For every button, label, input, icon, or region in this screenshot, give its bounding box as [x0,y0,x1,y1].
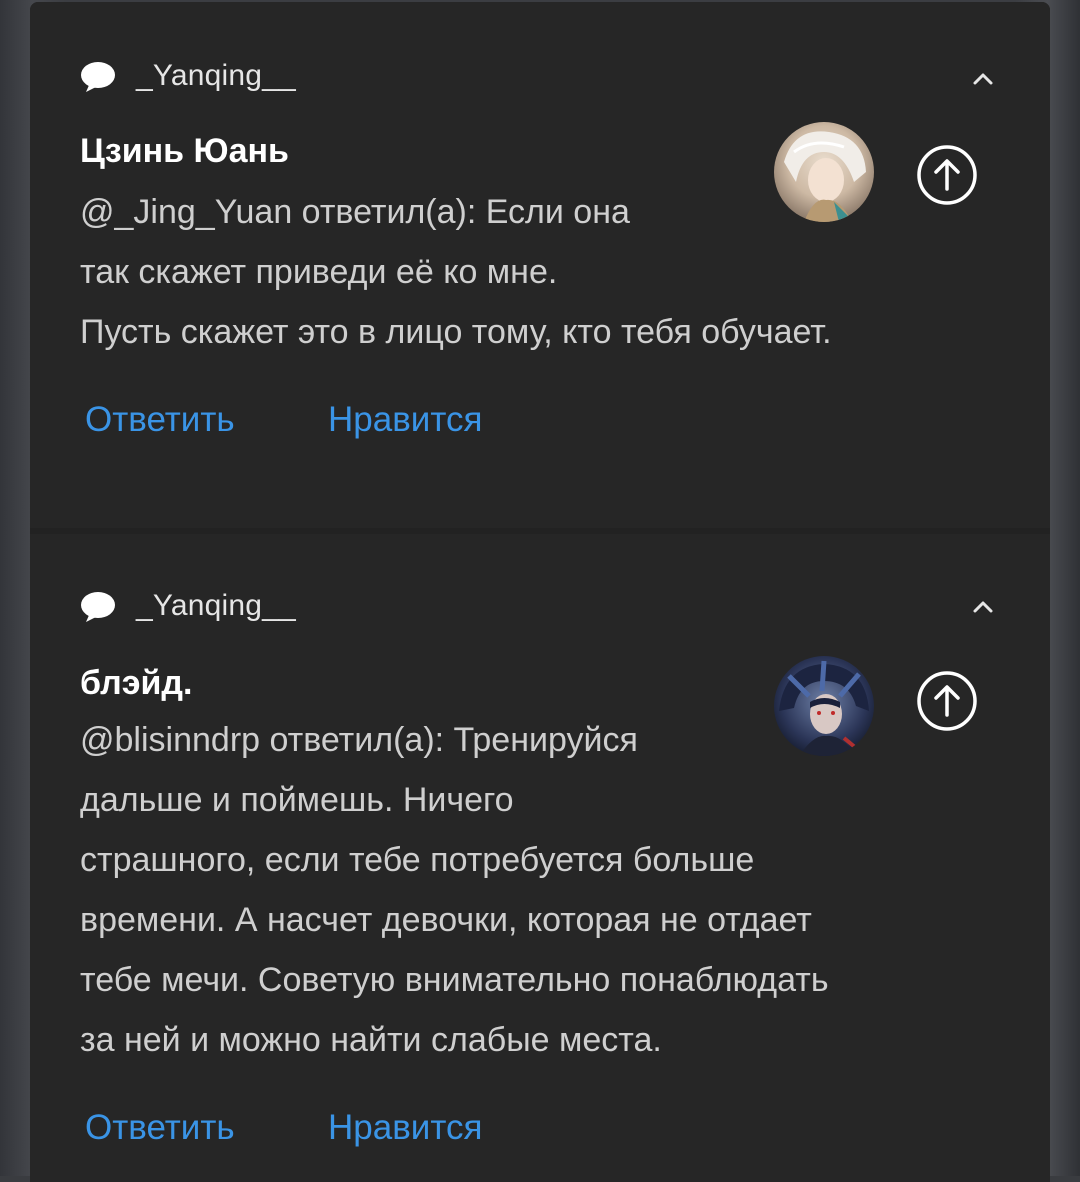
arrow-up-circle-icon[interactable] [916,144,978,206]
like-button[interactable]: Нравится [328,400,482,440]
notification-header: _Yanqing__ [80,586,296,626]
reply-button[interactable]: Ответить [85,400,235,440]
avatar [774,656,874,756]
like-button[interactable]: Нравится [328,1108,482,1148]
app-name: _Yanqing__ [136,589,296,622]
notification-message: @blisinndrp ответил(а): Тренируйся дальш… [80,721,829,1059]
arrow-up-circle-icon[interactable] [916,670,978,732]
app-name: _Yanqing__ [136,59,296,92]
notification-card-2[interactable]: _Yanqing__ блэйд. @blisinndrp ответил(а)… [30,534,1050,1182]
notification-message: @_Jing_Yuan ответил(а): Если она так ска… [80,193,832,351]
notification-header: _Yanqing__ [80,56,296,96]
notification-title: Цзинь Юань [80,132,289,170]
notification-card-1[interactable]: _Yanqing__ Цзинь Юань @_Jing_Yuan ответи… [30,2,1050,528]
chevron-up-icon[interactable] [968,592,998,622]
avatar [774,122,874,222]
notification-panel: _Yanqing__ Цзинь Юань @_Jing_Yuan ответи… [30,2,1050,1182]
reply-button[interactable]: Ответить [85,1108,235,1148]
speech-bubble-icon [80,591,116,622]
chevron-up-icon[interactable] [968,64,998,94]
notification-title: блэйд. [80,664,193,702]
speech-bubble-icon [80,61,116,92]
